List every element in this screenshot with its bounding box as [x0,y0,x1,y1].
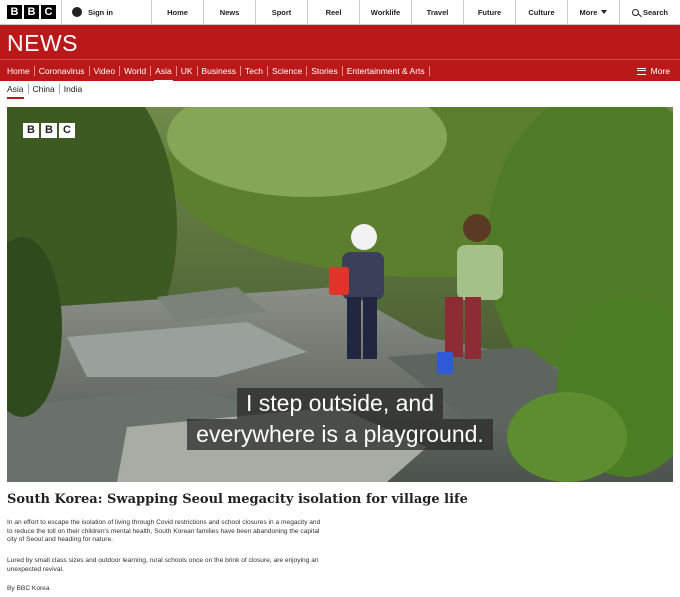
subnav-uk[interactable]: UK [177,65,198,76]
section-more-label: More [650,66,670,76]
subnav-tech[interactable]: Tech [241,65,268,76]
subnav-entertainment-arts[interactable]: Entertainment & Arts [343,65,430,76]
section-more-button[interactable]: More [636,66,670,76]
logo-letter: C [41,5,56,19]
secnav-india[interactable]: India [60,84,86,94]
subnav-stories[interactable]: Stories [307,65,343,76]
nav-culture[interactable]: Culture [516,0,568,24]
subnav-science[interactable]: Science [268,65,308,76]
search-button[interactable]: Search [620,0,680,24]
global-nav: Home News Sport Reel Worklife Travel Fut… [152,0,620,24]
watermark-letter: C [59,123,75,138]
nav-more-button[interactable]: More [568,0,620,24]
nav-reel[interactable]: Reel [308,0,360,24]
section-nav: Home Coronavirus Video World Asia UK Bus… [0,59,680,82]
sign-in-label: Sign in [88,7,113,17]
sign-in-link[interactable]: Sign in [62,0,152,24]
nav-sport[interactable]: Sport [256,0,308,24]
chevron-down-icon [601,10,608,14]
bbc-logo[interactable]: B B C [0,0,62,24]
logo-letter: B [7,5,22,19]
subnav-coronavirus[interactable]: Coronavirus [35,65,90,76]
logo-letter: B [24,5,39,19]
watermark-letter: B [23,123,39,138]
section-title[interactable]: NEWS [7,30,78,57]
secnav-asia[interactable]: Asia [7,84,29,99]
user-icon [72,7,82,17]
nav-future[interactable]: Future [464,0,516,24]
article-headline: South Korea: Swapping Seoul megacity iso… [7,492,468,507]
subnav-asia[interactable]: Asia [151,65,177,82]
subnav-world[interactable]: World [120,65,152,76]
secnav-china[interactable]: China [29,84,60,94]
nav-worklife[interactable]: Worklife [360,0,412,24]
global-header: B B C Sign in Home News Sport Reel Workl… [0,0,680,25]
caption-line: everywhere is a playground. [187,419,493,450]
article-summary: In an effort to escape the isolation of … [7,519,321,543]
video-watermark: B B C [23,123,75,138]
article-summary: Lured by small class sizes and outdoor l… [7,557,319,573]
video-caption: I step outside, and everywhere is a play… [7,388,673,450]
nav-travel[interactable]: Travel [412,0,464,24]
video-player[interactable]: B B C I step outside, and everywhere is … [7,107,673,482]
nav-news[interactable]: News [204,0,256,24]
search-icon [631,8,639,16]
hamburger-icon [636,67,646,75]
watermark-letter: B [41,123,57,138]
subnav-business[interactable]: Business [198,65,242,76]
news-banner: NEWS Home Coronavirus Video World Asia U… [0,25,680,82]
nav-more-label: More [579,7,598,17]
subnav-home[interactable]: Home [7,65,35,76]
nav-home[interactable]: Home [152,0,204,24]
article-byline: By BBC Korea [7,585,50,592]
search-label: Search [642,7,669,17]
secondary-nav: Asia China India [7,84,86,99]
subnav-video[interactable]: Video [90,65,121,76]
caption-line: I step outside, and [237,388,443,419]
